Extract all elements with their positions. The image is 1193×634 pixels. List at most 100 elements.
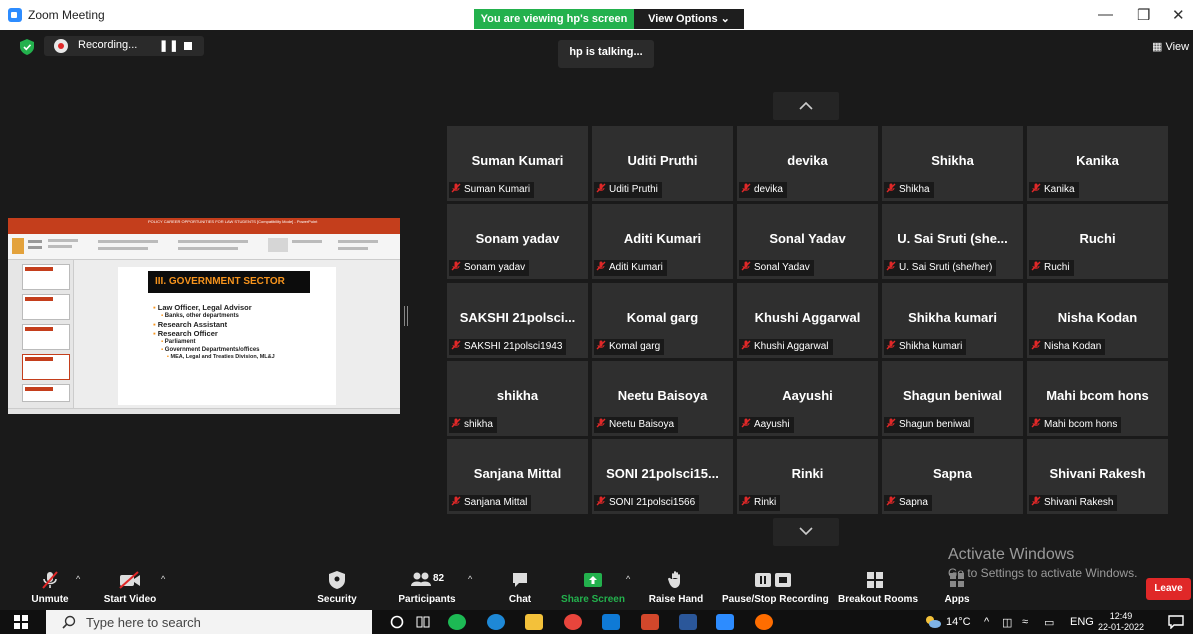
minimize-button[interactable]: — — [1098, 6, 1113, 23]
cortana-icon[interactable] — [390, 615, 404, 629]
edge-browser-icon[interactable] — [487, 614, 505, 630]
slide-bullet-text: Banks, other departments — [164, 313, 239, 319]
pause-stop-recording-label: Pause/Stop Recording — [722, 594, 829, 605]
file-explorer-icon[interactable] — [525, 614, 543, 630]
slide-thumbnail[interactable] — [22, 264, 70, 290]
participant-tile[interactable]: Aayushi Aayushi — [737, 361, 878, 436]
current-slide: III. GOVERNMENT SECTOR ▪ Law Officer, Le… — [118, 267, 336, 405]
start-video-button[interactable]: Start Video — [100, 570, 160, 605]
chat-button[interactable]: Chat — [502, 570, 538, 605]
muted-mic-icon — [741, 418, 751, 428]
participant-tile[interactable]: Rinki Rinki — [737, 439, 878, 514]
participant-tile[interactable]: Sonal Yadav Sonal Yadav — [737, 204, 878, 279]
zoom-taskbar-icon[interactable] — [716, 614, 734, 630]
battery-icon[interactable]: ◫ — [1002, 616, 1012, 629]
view-options-button[interactable]: View Options ⌄ — [634, 9, 744, 29]
participant-tile[interactable]: Khushi Aggarwal Khushi Aggarwal — [737, 283, 878, 358]
participant-label: Aditi Kumari — [594, 260, 667, 276]
slide-thumbnail[interactable] — [22, 324, 70, 350]
participant-tile[interactable]: Neetu Baisoya Neetu Baisoya — [592, 361, 733, 436]
participant-tile[interactable]: Aditi Kumari Aditi Kumari — [592, 204, 733, 279]
participants-options-caret-icon[interactable]: ^ — [468, 574, 472, 584]
notification-center-icon[interactable] — [1168, 615, 1184, 629]
participant-label-text: Aayushi — [754, 419, 790, 430]
unmute-button[interactable]: Unmute — [28, 570, 72, 605]
participant-name: Khushi Aggarwal — [754, 310, 861, 325]
participant-tile[interactable]: Sapna Sapna — [882, 439, 1023, 514]
participants-button[interactable]: 82 Participants — [395, 570, 459, 605]
recording-cloud-icon — [54, 39, 68, 53]
restore-button[interactable]: ❒ — [1137, 6, 1150, 24]
participant-tile[interactable]: Sanjana Mittal Sanjana Mittal — [447, 439, 588, 514]
slide-thumbnail[interactable] — [22, 294, 70, 320]
share-options-caret-icon[interactable]: ^ — [626, 574, 630, 584]
participant-label: Sanjana Mittal — [449, 495, 532, 511]
participant-tile[interactable]: Suman Kumari Suman Kumari — [447, 126, 588, 201]
view-button[interactable]: ▦ View — [1152, 40, 1189, 53]
raise-hand-button[interactable]: Raise Hand — [646, 570, 706, 605]
input-language[interactable]: ENG — [1070, 616, 1094, 628]
title-bar: Zoom Meeting You are viewing hp's screen… — [0, 0, 1193, 30]
slide-thumbnail-active[interactable] — [22, 354, 70, 380]
spotify-icon[interactable] — [448, 614, 466, 630]
leave-meeting-button[interactable]: Leave — [1146, 578, 1191, 600]
powerpoint-icon[interactable] — [641, 614, 659, 630]
pause-recording-icon[interactable]: ❚❚ — [159, 39, 179, 52]
close-button[interactable]: ✕ — [1172, 6, 1185, 24]
mail-icon[interactable] — [602, 614, 620, 630]
participant-tile[interactable]: Komal garg Komal garg — [592, 283, 733, 358]
participant-name: Sonam yadav — [475, 231, 560, 246]
task-view-icon[interactable] — [416, 615, 430, 629]
gallery-prev-page-button[interactable] — [773, 92, 839, 120]
participant-tile[interactable]: Shikha Shikha — [882, 126, 1023, 201]
clock-time: 12:49 — [1109, 611, 1133, 621]
shared-screen[interactable]: POLICY CAREER OPPORTUNITIES FOR LAW STUD… — [8, 218, 400, 414]
share-screen-button[interactable]: Share Screen — [560, 570, 626, 605]
participant-tile[interactable]: Nisha Kodan Nisha Kodan — [1027, 283, 1168, 358]
participant-tile[interactable]: shikha shikha — [447, 361, 588, 436]
participant-tile[interactable]: Shivani Rakesh Shivani Rakesh — [1027, 439, 1168, 514]
participant-tile[interactable]: U. Sai Sruti (she... U. Sai Sruti (she/h… — [882, 204, 1023, 279]
word-icon[interactable] — [679, 614, 697, 630]
gallery-next-page-button[interactable] — [773, 518, 839, 546]
participant-tile[interactable]: Shikha kumari Shikha kumari — [882, 283, 1023, 358]
security-button[interactable]: Security — [312, 570, 362, 605]
participants-icon: 82 — [411, 572, 445, 586]
windows-start-icon[interactable] — [14, 615, 28, 629]
participant-name: devika — [787, 153, 828, 168]
muted-mic-icon — [741, 183, 751, 193]
muted-mic-icon — [741, 340, 751, 350]
muted-mic-icon — [1031, 183, 1041, 193]
audio-options-caret-icon[interactable]: ^ — [76, 574, 80, 584]
encryption-shield-icon[interactable] — [20, 39, 34, 55]
show-hidden-icons-icon[interactable]: ^ — [984, 616, 989, 628]
participant-tile[interactable]: devika devika — [737, 126, 878, 201]
view-label: View — [1165, 41, 1190, 53]
network-icon[interactable]: ≈ — [1022, 616, 1028, 628]
taskbar-search-box[interactable]: Type here to search — [46, 610, 372, 634]
speaker-icon[interactable]: ▭ — [1044, 616, 1054, 629]
slide-thumbnail[interactable] — [22, 384, 70, 402]
muted-mic-icon — [451, 261, 461, 271]
participant-tile[interactable]: Ruchi Ruchi — [1027, 204, 1168, 279]
stop-recording-icon[interactable] — [184, 42, 192, 50]
participant-tile[interactable]: Kanika Kanika — [1027, 126, 1168, 201]
pause-stop-recording-button[interactable]: Pause/Stop Recording — [722, 570, 829, 605]
breakout-rooms-button[interactable]: Breakout Rooms — [838, 570, 918, 605]
participant-label: Kanika — [1029, 182, 1079, 198]
participant-tile[interactable]: Mahi bcom hons Mahi bcom hons — [1027, 361, 1168, 436]
participant-label: Uditi Pruthi — [594, 182, 662, 198]
firefox-icon[interactable] — [755, 614, 773, 630]
participant-tile[interactable]: SONI 21polsci15... SONI 21polsci1566 — [592, 439, 733, 514]
participant-tile[interactable]: Uditi Pruthi Uditi Pruthi — [592, 126, 733, 201]
apps-button[interactable]: Apps — [940, 570, 974, 605]
video-options-caret-icon[interactable]: ^ — [161, 574, 165, 584]
participant-tile[interactable]: Sonam yadav Sonam yadav — [447, 204, 588, 279]
participant-tile[interactable]: Shagun beniwal Shagun beniwal — [882, 361, 1023, 436]
chrome-icon[interactable] — [564, 614, 582, 630]
taskbar-clock[interactable]: 12:49 22-01-2022 — [1098, 611, 1144, 633]
split-view-handle[interactable] — [404, 306, 408, 326]
participant-tile[interactable]: SAKSHI 21polsci... SAKSHI 21polsci1943 — [447, 283, 588, 358]
slide-bullet-text: Government Departments/offices — [164, 347, 260, 353]
slide-thumbnails[interactable] — [8, 260, 74, 408]
